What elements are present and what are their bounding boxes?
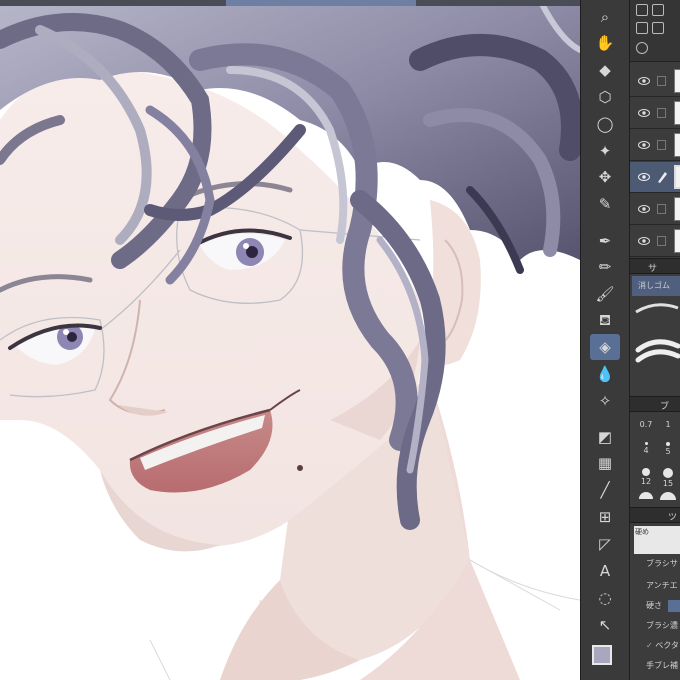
eraser-icon[interactable]: ◈ <box>590 334 620 360</box>
brush-icon[interactable]: 🖌 <box>590 281 620 307</box>
brush-stroke-preview[interactable] <box>632 332 680 366</box>
eye-icon[interactable] <box>638 203 650 215</box>
layer-mask-icon[interactable] <box>652 22 664 34</box>
new-layer-icon[interactable] <box>636 4 648 16</box>
object-icon[interactable]: ⬡ <box>590 84 620 110</box>
app-window: ⌕ ✋ ◆ ⬡ ◯ ✦ ✥ ✎ ✒ ✏ 🖌 ⛾ ◈ 💧 ✧ ◩ ▦ ╱ ⊞ ◸ … <box>0 0 680 680</box>
eraser-tip-label: 硬め <box>635 528 649 536</box>
vector-label: ベクタ <box>655 641 679 650</box>
brush-size-tab-label[interactable]: ブ <box>660 399 669 412</box>
layer-thumbnail <box>674 133 680 157</box>
layer-thumbnail <box>674 101 680 125</box>
move-icon[interactable]: ✥ <box>590 164 620 190</box>
airbrush-icon[interactable]: ⛾ <box>590 307 620 333</box>
property-antialias[interactable]: アンチエ <box>646 580 680 598</box>
lock-icon[interactable] <box>657 204 666 214</box>
blend-icon[interactable]: 💧 <box>590 361 620 387</box>
hand-icon[interactable]: ✋ <box>590 30 620 56</box>
text-icon[interactable]: A <box>590 558 620 584</box>
zoom-icon[interactable]: ⌕ <box>590 4 620 30</box>
brush-size-preset[interactable]: 5 <box>658 440 678 466</box>
brush-size-panel-header[interactable]: ブ <box>630 396 680 412</box>
tool-property-panel-header[interactable]: ツ <box>630 507 680 523</box>
lock-icon[interactable] <box>657 140 666 150</box>
frame-icon[interactable]: ⊞ <box>590 504 620 530</box>
artwork <box>0 0 580 680</box>
lock-icon[interactable] <box>657 76 666 86</box>
layer-row[interactable] <box>630 194 680 225</box>
size-value: 5 <box>665 447 671 456</box>
subtool-panel-header[interactable]: サ <box>630 258 680 274</box>
eyedropper-icon[interactable]: ✎ <box>590 191 620 217</box>
edit-pen-icon <box>658 172 667 183</box>
size-dot <box>660 492 676 500</box>
tool-palette: ⌕ ✋ ◆ ⬡ ◯ ✦ ✥ ✎ ✒ ✏ 🖌 ⛾ ◈ 💧 ✧ ◩ ▦ ╱ ⊞ ◸ … <box>580 0 630 680</box>
brush-size-preset[interactable]: 4 <box>636 440 656 466</box>
brush-stroke-preview[interactable] <box>632 298 680 332</box>
property-brush-size[interactable]: ブラシサ <box>646 558 680 576</box>
fill-icon[interactable]: ◩ <box>590 424 620 450</box>
lock-icon[interactable] <box>657 108 666 118</box>
eye-icon[interactable] <box>638 235 650 247</box>
gradient-icon[interactable]: ▦ <box>590 450 620 476</box>
document-tab-strip <box>0 0 580 6</box>
drawing-canvas[interactable] <box>0 0 580 680</box>
size-value: 12 <box>640 477 652 486</box>
checkmark-icon[interactable]: ✓ <box>646 641 653 650</box>
layer-row[interactable] <box>630 226 680 257</box>
lock-icon[interactable] <box>657 236 666 246</box>
size-dot <box>644 442 648 445</box>
size-value: 0.7 <box>639 420 653 429</box>
size-dot <box>639 492 653 499</box>
layer-menu-icon[interactable] <box>652 4 664 16</box>
layer-thumbnail <box>674 197 680 221</box>
layer-folder-icon[interactable] <box>636 42 648 54</box>
property-stabilization[interactable]: 手ブレ補 <box>646 660 680 678</box>
property-vector-eraser[interactable]: ✓ ベクタ <box>646 640 680 658</box>
size-value: 15 <box>662 479 674 488</box>
eye-icon[interactable] <box>638 171 650 183</box>
magic-wand-icon[interactable]: ✦ <box>590 138 620 164</box>
color-chip[interactable] <box>592 645 620 673</box>
brush-size-preset[interactable]: 12 <box>636 466 656 492</box>
eraser-tool-icon[interactable]: ◆ <box>590 57 620 83</box>
eye-icon[interactable] <box>638 139 650 151</box>
decoration-icon[interactable]: ✧ <box>590 388 620 414</box>
brush-size-preset[interactable]: 15 <box>658 466 678 492</box>
size-value: 4 <box>643 446 649 455</box>
layer-row-selected[interactable] <box>630 162 680 193</box>
subtool-tab-label[interactable]: サ <box>648 261 657 274</box>
pen-icon[interactable]: ✒ <box>590 228 620 254</box>
balloon-icon[interactable]: ◌ <box>590 585 620 611</box>
layer-row[interactable] <box>630 98 680 129</box>
eye-icon[interactable] <box>638 107 650 119</box>
size-dot <box>663 468 673 478</box>
layer-row[interactable] <box>630 130 680 161</box>
ruler-icon[interactable]: ◸ <box>590 531 620 557</box>
property-brush-density[interactable]: ブラシ濃 <box>646 620 680 638</box>
correct-line-icon[interactable]: ↖ <box>590 612 620 638</box>
pencil-icon[interactable]: ✏ <box>590 254 620 280</box>
lasso-icon[interactable]: ◯ <box>590 111 620 137</box>
tool-property-tab-label[interactable]: ツ <box>668 510 677 523</box>
side-panel: サ 消しゴム ブ 0.7 1 4 5 12 15 ツ 硬め ブラシサ アンチエ … <box>630 0 680 680</box>
layer-thumbnail <box>674 229 680 253</box>
layer-thumbnail <box>674 69 680 93</box>
subtool-selected-label: 消しゴム <box>638 281 670 290</box>
figure-icon[interactable]: ╱ <box>590 477 620 503</box>
layer-color-icon[interactable] <box>636 22 648 34</box>
size-dot <box>666 442 670 446</box>
layer-row[interactable] <box>630 66 680 97</box>
eye-icon[interactable] <box>638 75 650 87</box>
brush-tip-preview: 硬め <box>634 526 680 554</box>
size-value: 1 <box>665 420 671 429</box>
active-document-tab[interactable] <box>226 0 416 6</box>
layer-panel-header <box>630 0 680 62</box>
main-color-swatch[interactable] <box>592 645 612 665</box>
subtool-selected-item[interactable]: 消しゴム <box>632 276 680 296</box>
size-dot <box>642 468 650 476</box>
layer-thumbnail <box>674 165 680 189</box>
hardness-slider[interactable] <box>668 600 680 612</box>
